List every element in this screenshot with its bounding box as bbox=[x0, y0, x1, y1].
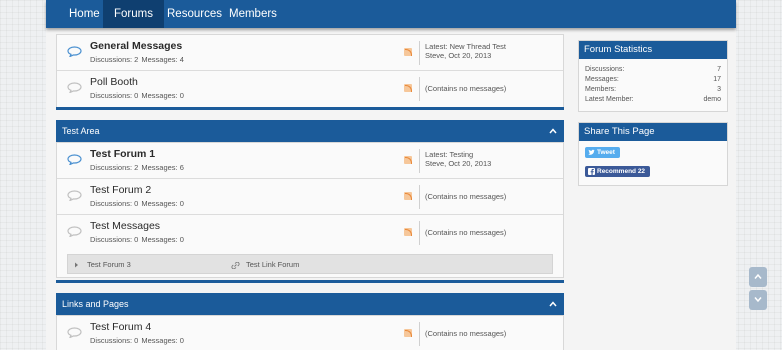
forum-title[interactable]: Test Forum 1 bbox=[90, 148, 155, 160]
chat-bubble-icon bbox=[67, 154, 82, 165]
nav-members[interactable]: Members bbox=[218, 0, 288, 28]
last-post-meta[interactable]: Steve, Oct 20, 2013 bbox=[425, 51, 506, 60]
divider bbox=[419, 77, 420, 101]
scroll-up-button[interactable] bbox=[749, 267, 767, 287]
stat-members: Members: 3 bbox=[585, 86, 721, 93]
divider bbox=[419, 149, 420, 173]
nav-forums[interactable]: Forums bbox=[103, 0, 164, 28]
rss-icon[interactable] bbox=[404, 156, 412, 164]
forum-stats: Discussions: 0 Messages: 0 bbox=[90, 199, 184, 208]
forum-row-test-forum-2: Test Forum 2 Discussions: 0 Messages: 0 (… bbox=[57, 179, 563, 215]
forum-list-links: Test Forum 4 Discussions: 0 Messages: 0 (… bbox=[56, 315, 564, 350]
last-post-info: (Contains no messages) bbox=[425, 329, 507, 338]
chat-bubble-icon bbox=[67, 226, 82, 237]
forum-list-top: General Messages Discussions: 2 Messages:… bbox=[56, 34, 564, 108]
chat-bubble-icon bbox=[67, 82, 82, 93]
stat-messages: Messages: 17 bbox=[585, 76, 721, 83]
tweet-button[interactable]: Tweet bbox=[585, 147, 620, 158]
forum-title[interactable]: Test Forum 4 bbox=[90, 321, 151, 333]
last-post-meta[interactable]: Steve, Oct 20, 2013 bbox=[425, 159, 491, 168]
stat-latest-member: Latest Member: demo bbox=[585, 96, 721, 103]
chevron-up-icon[interactable] bbox=[549, 127, 557, 135]
forum-stats: Discussions: 0 Messages: 0 bbox=[90, 336, 184, 345]
forum-title[interactable]: Test Messages bbox=[90, 220, 160, 232]
category-header-test-area[interactable]: Test Area bbox=[56, 120, 564, 142]
chat-bubble-icon bbox=[67, 327, 82, 338]
forum-row-test-forum-4: Test Forum 4 Discussions: 0 Messages: 0 (… bbox=[57, 316, 563, 350]
forum-stats: Discussions: 2 Messages: 6 bbox=[90, 163, 184, 172]
forum-stats: Discussions: 2 Messages: 4 bbox=[90, 55, 184, 64]
rss-icon[interactable] bbox=[404, 192, 412, 200]
rss-icon[interactable] bbox=[404, 228, 412, 236]
rss-icon[interactable] bbox=[404, 48, 412, 56]
category-title: Links and Pages bbox=[62, 299, 129, 309]
last-post-info: Latest: Testing Steve, Oct 20, 2013 bbox=[425, 150, 491, 168]
main-navigation: Home Forums Resources Members bbox=[46, 0, 736, 28]
forum-list-test-area: Test Forum 1 Discussions: 2 Messages: 6 L… bbox=[56, 142, 564, 278]
forum-stats: Discussions: 0 Messages: 0 bbox=[90, 91, 184, 100]
subforum-list: Test Forum 3 Test Link Forum bbox=[67, 254, 553, 274]
forum-row-poll-booth: Poll Booth Discussions: 0 Messages: 0 (Co… bbox=[57, 71, 563, 107]
last-post-info: (Contains no messages) bbox=[425, 228, 507, 237]
link-icon bbox=[231, 261, 240, 269]
forum-stats: Discussions: 0 Messages: 0 bbox=[90, 235, 184, 244]
share-page-block: Share This Page Tweet Recommend 22 bbox=[578, 122, 728, 186]
forum-title[interactable]: Poll Booth bbox=[90, 76, 138, 88]
last-post-title[interactable]: Latest: New Thread Test bbox=[425, 42, 506, 51]
latest-member-link[interactable]: demo bbox=[703, 96, 721, 103]
forum-row-general-messages: General Messages Discussions: 2 Messages:… bbox=[57, 35, 563, 71]
subforum-area: Test Forum 3 Test Link Forum bbox=[57, 251, 563, 279]
forum-title[interactable]: General Messages bbox=[90, 40, 182, 52]
rss-icon[interactable] bbox=[404, 329, 412, 337]
forum-title[interactable]: Test Forum 2 bbox=[90, 184, 151, 196]
last-post-info: Latest: New Thread Test Steve, Oct 20, 2… bbox=[425, 42, 506, 60]
forum-row-test-messages: Test Messages Discussions: 0 Messages: 0 … bbox=[57, 215, 563, 251]
category-footer-line bbox=[56, 107, 564, 110]
share-page-title: Share This Page bbox=[579, 123, 727, 141]
last-post-title[interactable]: Latest: Testing bbox=[425, 150, 491, 159]
facebook-icon bbox=[588, 168, 595, 175]
chevron-up-icon[interactable] bbox=[549, 300, 557, 308]
chevron-down-icon bbox=[754, 297, 762, 303]
forum-statistics-title: Forum Statistics bbox=[579, 41, 727, 59]
forum-row-test-forum-1: Test Forum 1 Discussions: 2 Messages: 6 L… bbox=[57, 143, 563, 179]
divider bbox=[419, 41, 420, 65]
chat-bubble-icon bbox=[67, 46, 82, 57]
divider bbox=[419, 185, 420, 209]
rss-icon[interactable] bbox=[404, 84, 412, 92]
category-title: Test Area bbox=[62, 126, 100, 136]
last-post-info: (Contains no messages) bbox=[425, 192, 507, 201]
forum-statistics-block: Forum Statistics Discussions: 7 Messages:… bbox=[578, 40, 728, 112]
category-footer-line bbox=[56, 280, 564, 283]
twitter-bird-icon bbox=[588, 149, 595, 155]
subforum-link-item[interactable]: Test Link Forum bbox=[231, 260, 299, 269]
scroll-down-button[interactable] bbox=[749, 290, 767, 310]
caret-right-icon bbox=[75, 262, 78, 268]
chat-bubble-icon bbox=[67, 190, 82, 201]
category-header-links-and-pages[interactable]: Links and Pages bbox=[56, 293, 564, 315]
last-post-info: (Contains no messages) bbox=[425, 84, 507, 93]
divider bbox=[419, 221, 420, 245]
stat-discussions: Discussions: 7 bbox=[585, 66, 721, 73]
facebook-recommend-button[interactable]: Recommend 22 bbox=[585, 166, 650, 177]
chevron-up-icon bbox=[754, 273, 762, 279]
subforum-item[interactable]: Test Forum 3 bbox=[74, 260, 131, 269]
divider bbox=[419, 322, 420, 346]
